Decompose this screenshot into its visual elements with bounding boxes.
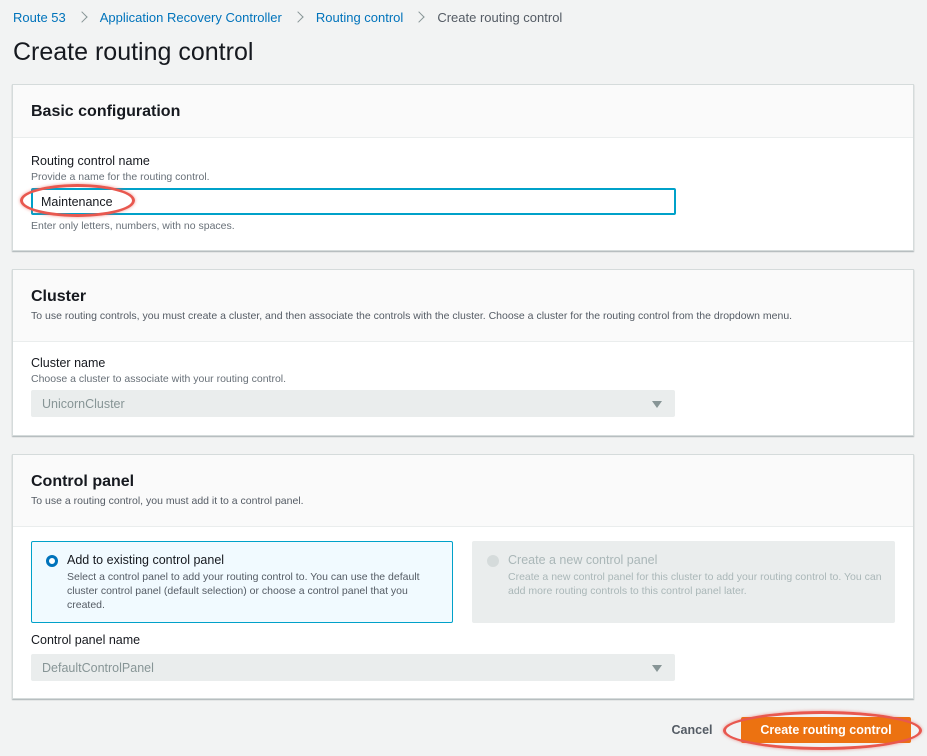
breadcrumb: Route 53 Application Recovery Controller…: [13, 8, 562, 26]
page-title: Create routing control: [13, 38, 254, 66]
control-panel-name-value: DefaultControlPanel: [42, 660, 154, 675]
cluster-header: Cluster To use routing controls, you mus…: [13, 270, 913, 342]
routing-control-name-constraint: Enter only letters, numbers, with no spa…: [31, 220, 235, 232]
control-panel-header: Control panel To use a routing control, …: [13, 455, 913, 527]
basic-configuration-panel: Basic configuration Routing control name…: [12, 84, 914, 251]
control-panel-body: Add to existing control panel Select a c…: [13, 527, 913, 698]
routing-control-name-label: Routing control name: [31, 154, 150, 168]
cluster-name-value: UnicornCluster: [42, 396, 125, 411]
cluster-body: Cluster name Choose a cluster to associa…: [13, 342, 913, 435]
control-panel-description: To use a routing control, you must add i…: [31, 495, 304, 507]
caret-down-icon: [652, 401, 662, 408]
chevron-right-icon: [292, 11, 304, 23]
routing-control-name-hint: Provide a name for the routing control.: [31, 171, 210, 183]
control-panel-section: Control panel To use a routing control, …: [12, 454, 914, 699]
breadcrumb-routing-control[interactable]: Routing control: [316, 10, 403, 25]
tile-create-new-control-panel[interactable]: Create a new control panel Create a new …: [472, 541, 895, 623]
tile-existing-title: Add to existing control panel: [67, 553, 225, 567]
control-panel-name-select[interactable]: DefaultControlPanel: [31, 654, 675, 681]
cluster-name-select[interactable]: UnicornCluster: [31, 390, 675, 417]
chevron-right-icon: [413, 11, 425, 23]
tile-new-title: Create a new control panel: [508, 553, 658, 567]
cluster-description: To use routing controls, you must create…: [31, 310, 793, 322]
cluster-panel: Cluster To use routing controls, you mus…: [12, 269, 914, 436]
basic-configuration-body: Routing control name Provide a name for …: [13, 138, 913, 250]
breadcrumb-current: Create routing control: [437, 9, 563, 25]
routing-control-name-input[interactable]: [31, 188, 676, 215]
cluster-name-hint: Choose a cluster to associate with your …: [31, 373, 287, 385]
chevron-right-icon: [76, 11, 88, 23]
tile-add-to-existing-control-panel[interactable]: Add to existing control panel Select a c…: [31, 541, 453, 623]
tile-existing-description: Select a control panel to add your routi…: [67, 571, 420, 611]
control-panel-name-label: Control panel name: [31, 633, 141, 647]
breadcrumb-route53[interactable]: Route 53: [13, 10, 66, 25]
basic-configuration-title: Basic configuration: [31, 103, 181, 120]
control-panel-title: Control panel: [31, 473, 135, 490]
cancel-button[interactable]: Cancel: [660, 719, 724, 741]
basic-configuration-header: Basic configuration: [13, 85, 913, 138]
cluster-name-label: Cluster name: [31, 356, 106, 370]
cluster-title: Cluster: [31, 288, 87, 305]
radio-selected-icon[interactable]: [46, 555, 58, 567]
radio-disabled-icon[interactable]: [487, 555, 499, 567]
caret-down-icon: [652, 665, 662, 672]
create-routing-control-button[interactable]: Create routing control: [741, 717, 911, 743]
breadcrumb-application-recovery-controller[interactable]: Application Recovery Controller: [100, 10, 282, 25]
tile-new-description: Create a new control panel for this clus…: [508, 571, 882, 597]
